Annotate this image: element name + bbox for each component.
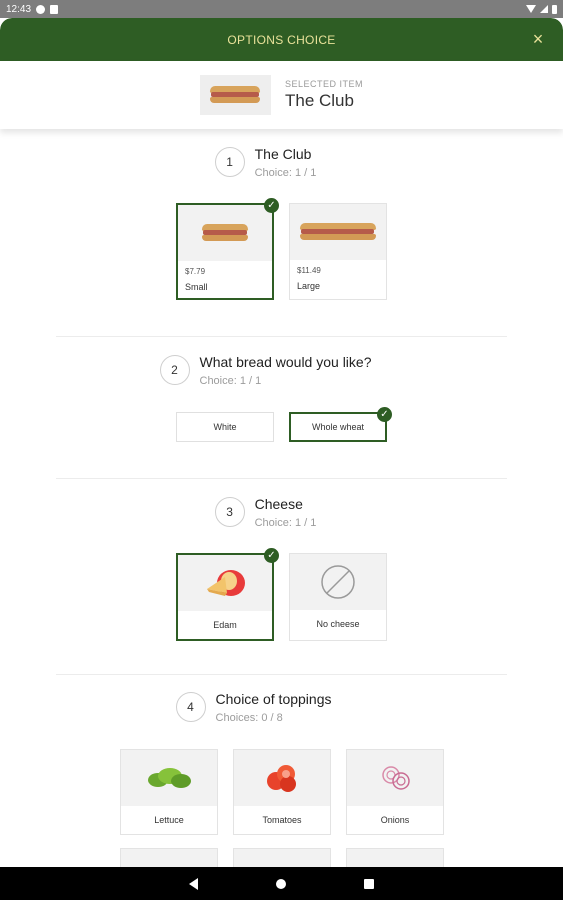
selected-item-label: SELECTED ITEM <box>284 79 363 89</box>
page-title: OPTIONS CHOICE <box>227 32 336 47</box>
option-price: $11.49 <box>297 266 321 275</box>
option-label: Large <box>297 281 321 291</box>
option-label: Edam <box>213 620 237 630</box>
selected-item-name: The Club <box>284 91 354 110</box>
option-lettuce[interactable]: Lettuce <box>120 749 218 835</box>
divider <box>56 674 507 675</box>
option-label: Onions <box>380 815 410 825</box>
edam-cheese-icon <box>178 555 272 611</box>
notification-icon <box>36 4 46 14</box>
header-bar: OPTIONS CHOICE × <box>0 18 563 61</box>
option-whole-wheat[interactable]: Whole wheat ✓ <box>289 407 392 442</box>
bread-options: White Whole wheat ✓ <box>176 407 392 442</box>
step-number: 4 <box>175 692 206 722</box>
option-topping-partial[interactable] <box>346 848 444 867</box>
option-label: Small <box>185 282 208 292</box>
divider <box>56 478 507 479</box>
step-number: 1 <box>214 147 245 177</box>
step-title: What bread would you like? <box>199 354 372 370</box>
sd-card-icon <box>50 4 59 14</box>
option-topping-partial[interactable] <box>120 848 218 867</box>
option-tomatoes[interactable]: Tomatoes <box>233 749 331 835</box>
option-label: Tomatoes <box>262 815 302 825</box>
option-large[interactable]: $11.49 Large <box>289 203 387 300</box>
home-icon[interactable] <box>276 878 286 889</box>
options-sheet: OPTIONS CHOICE × SELECTED ITEM The Club … <box>0 18 563 867</box>
step-bread: 2 What bread would you like? Choice: 1 /… <box>0 354 563 387</box>
step-title: The Club <box>254 146 312 162</box>
step-title: Choice of toppings <box>215 691 332 707</box>
battery-icon <box>552 4 557 14</box>
step-toppings: 4 Choice of toppings Choices: 0 / 8 <box>0 691 563 724</box>
no-cheese-icon <box>290 554 386 610</box>
recent-apps-icon[interactable] <box>364 878 374 889</box>
selected-item-image <box>199 75 271 115</box>
step-choice-count: Choice: 1 / 1 <box>254 517 317 529</box>
step-number: 2 <box>159 355 190 385</box>
step-title: Cheese <box>254 496 303 512</box>
onion-icon <box>347 750 443 806</box>
step-choice-count: Choice: 1 / 1 <box>254 167 317 179</box>
status-bar: 12:43 <box>0 0 563 18</box>
back-icon[interactable] <box>189 877 198 890</box>
topping-options-more <box>120 848 444 867</box>
tomato-icon <box>234 750 330 806</box>
step-cheese: 3 Cheese Choice: 1 / 1 <box>0 496 563 529</box>
option-image <box>290 204 386 260</box>
close-icon: × <box>532 29 544 49</box>
step-number: 3 <box>214 497 245 527</box>
option-label: No cheese <box>316 619 360 629</box>
option-white[interactable]: White <box>176 412 274 442</box>
close-button[interactable]: × <box>527 28 549 50</box>
signal-icon <box>540 5 548 13</box>
checkmark-icon: ✓ <box>264 548 279 563</box>
wifi-icon <box>526 5 536 13</box>
option-no-cheese[interactable]: No cheese <box>289 553 387 641</box>
option-topping-partial[interactable] <box>233 848 331 867</box>
step-choice-count: Choice: 1 / 1 <box>199 375 262 387</box>
option-small[interactable]: $7.79 Small ✓ <box>176 198 279 300</box>
option-label: Whole wheat <box>311 422 365 432</box>
checkmark-icon: ✓ <box>377 407 392 422</box>
sandwich-icon <box>300 223 376 241</box>
option-onions[interactable]: Onions <box>346 749 444 835</box>
cheese-options: Edam ✓ No cheese <box>176 548 387 641</box>
divider <box>56 336 507 337</box>
system-nav-bar <box>0 867 563 900</box>
selected-item-bar: SELECTED ITEM The Club <box>0 61 563 129</box>
option-label: Lettuce <box>154 815 184 825</box>
sandwich-icon <box>202 224 248 242</box>
option-edam[interactable]: Edam ✓ <box>176 548 279 641</box>
step-size: 1 The Club Choice: 1 / 1 <box>0 146 563 179</box>
size-options: $7.79 Small ✓ $11.49 Large <box>176 198 387 300</box>
lettuce-icon <box>121 750 217 806</box>
sandwich-icon <box>210 86 261 104</box>
option-image <box>178 205 272 261</box>
option-price: $7.79 <box>185 267 206 276</box>
option-label: White <box>213 422 237 432</box>
status-time: 12:43 <box>6 3 32 15</box>
topping-options: Lettuce Tomatoes Onions <box>120 749 444 835</box>
step-choice-count: Choices: 0 / 8 <box>215 712 283 724</box>
checkmark-icon: ✓ <box>264 198 279 213</box>
